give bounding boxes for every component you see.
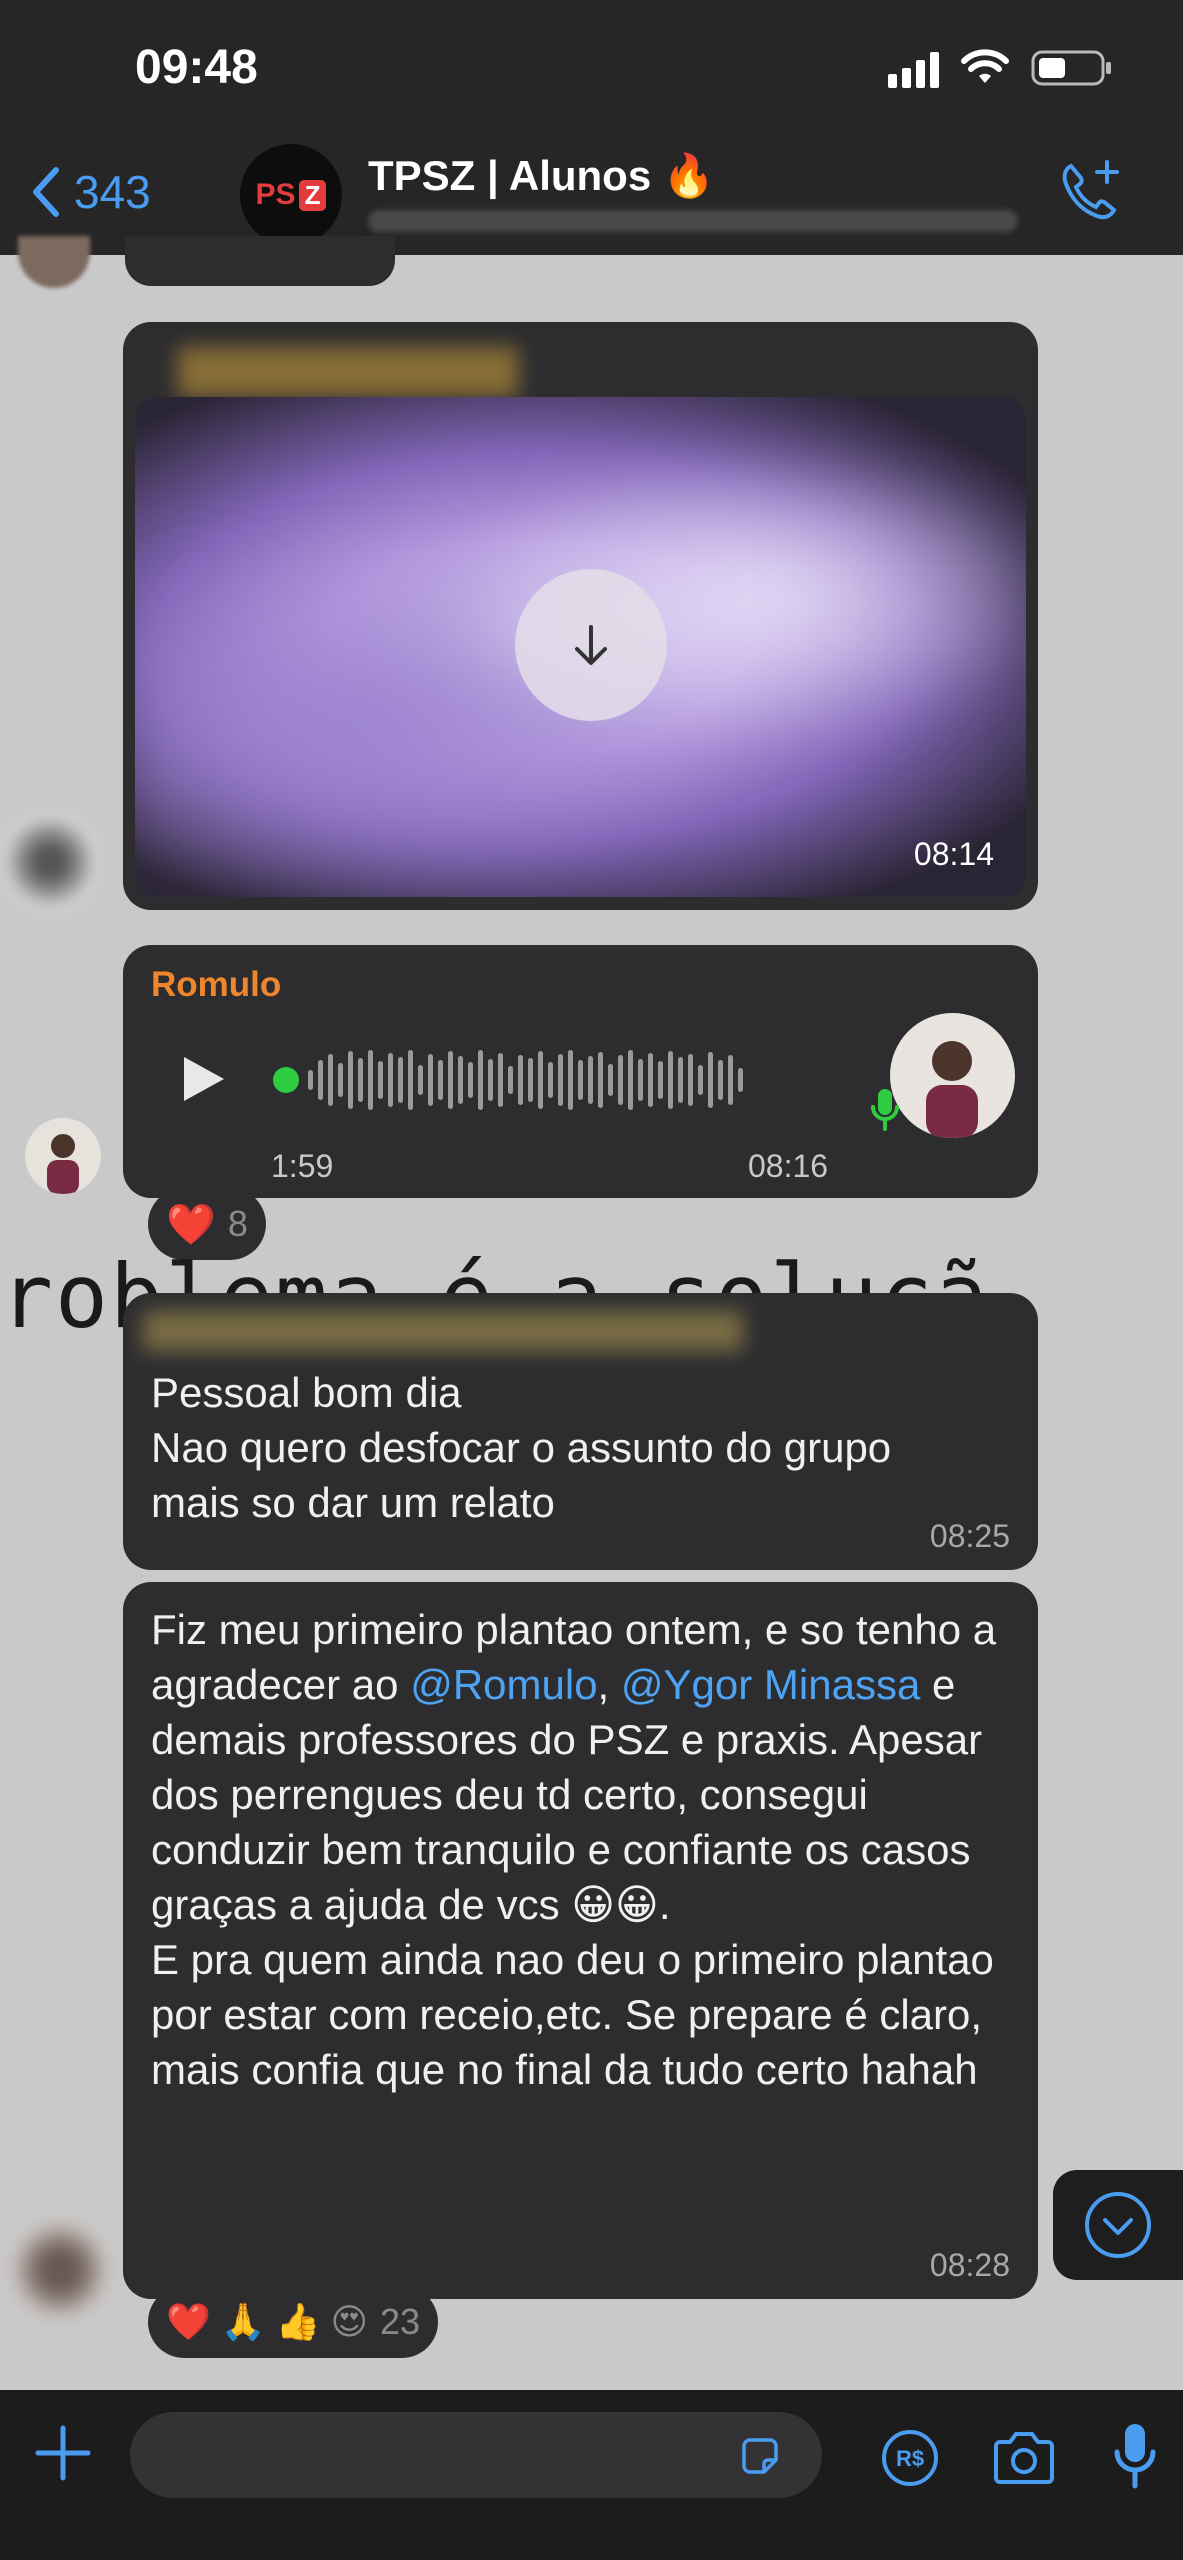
camera-icon[interactable] (990, 2430, 1058, 2491)
group-title[interactable]: TPSZ | Alunos 🔥 (368, 152, 715, 201)
sender-name[interactable]: Romulo (151, 965, 281, 1005)
video-thumbnail[interactable]: 08:14 (135, 397, 1026, 897)
reaction-count: 23 (380, 2301, 421, 2342)
back-button[interactable]: 343 (30, 165, 151, 219)
avatar (25, 1118, 101, 1194)
sticker-icon[interactable] (738, 2434, 782, 2483)
playback-position[interactable] (273, 1067, 299, 1093)
sender-avatar[interactable] (890, 1013, 1015, 1138)
mic-icon[interactable] (1112, 2420, 1158, 2497)
wifi-icon (961, 49, 1009, 87)
avatar (18, 236, 90, 288)
download-button[interactable] (515, 569, 667, 721)
mic-icon (870, 1087, 900, 1138)
message-time: 08:16 (748, 1148, 829, 1184)
video-message[interactable]: 08:14 (123, 322, 1038, 910)
mention-link[interactable]: @Romulo (410, 1661, 597, 1708)
back-count: 343 (74, 166, 151, 218)
play-icon (184, 1057, 224, 1101)
avatar (10, 2220, 110, 2320)
sender-name-blurred (178, 347, 518, 397)
text-message[interactable]: Fiz meu primeiro plantao ontem, e so ten… (123, 1582, 1038, 2299)
reaction-bar[interactable]: ❤️ 🙏 👍 😍 23 (148, 2286, 439, 2358)
group-members-blurred (368, 210, 1018, 232)
sender-name-blurred (143, 1311, 743, 1351)
heart-icon: ❤️ (166, 1202, 216, 1247)
scroll-down-button[interactable] (1053, 2170, 1183, 2280)
voice-message[interactable]: Romulo 1:59 08:16 (123, 945, 1038, 1198)
battery-icon (1031, 49, 1113, 87)
message-text: Pessoal bom dia Nao quero desfocar o ass… (151, 1369, 892, 1526)
text-message[interactable]: Pessoal bom dia Nao quero desfocar o ass… (123, 1293, 1038, 1570)
play-button[interactable] (178, 1053, 228, 1110)
group-avatar[interactable]: PS Z (240, 144, 342, 246)
message-time: 08:14 (913, 836, 994, 872)
voice-duration: 1:59 (271, 1148, 334, 1184)
message-time: 08:25 (929, 1518, 1010, 1554)
audio-waveform[interactable] (273, 1045, 743, 1115)
svg-text:R$: R$ (896, 2446, 924, 2471)
avatar-logo-text: PS (255, 178, 296, 211)
call-add-icon[interactable] (1057, 158, 1123, 229)
scroll-down-icon (1085, 2192, 1151, 2258)
status-time: 09:48 (135, 41, 258, 94)
signal-icon (888, 48, 939, 88)
previous-message-fragment (125, 236, 395, 286)
back-chevron-icon (33, 167, 59, 217)
plus-icon (35, 2425, 91, 2481)
reaction-count: 8 (227, 1203, 248, 1244)
system-icons (888, 48, 1113, 88)
download-icon (575, 625, 607, 665)
message-time: 08:28 (929, 2247, 1010, 2283)
message-input[interactable] (130, 2412, 822, 2498)
reaction-emojis: ❤️ 🙏 👍 😍 (166, 2301, 369, 2342)
message-input-bar: R$ (0, 2390, 1183, 2560)
message-text: Fiz meu primeiro plantao ontem, e so ten… (151, 1606, 997, 2093)
pix-icon[interactable]: R$ (880, 2428, 940, 2493)
top-bar: 09:48 343 PS Z TPSZ | Alunos 🔥 (0, 0, 1183, 255)
attach-button[interactable] (30, 2420, 96, 2491)
avatar (0, 812, 100, 912)
mention-link[interactable]: @Ygor Minassa (621, 1661, 920, 1708)
avatar-logo-box: Z (298, 179, 327, 211)
